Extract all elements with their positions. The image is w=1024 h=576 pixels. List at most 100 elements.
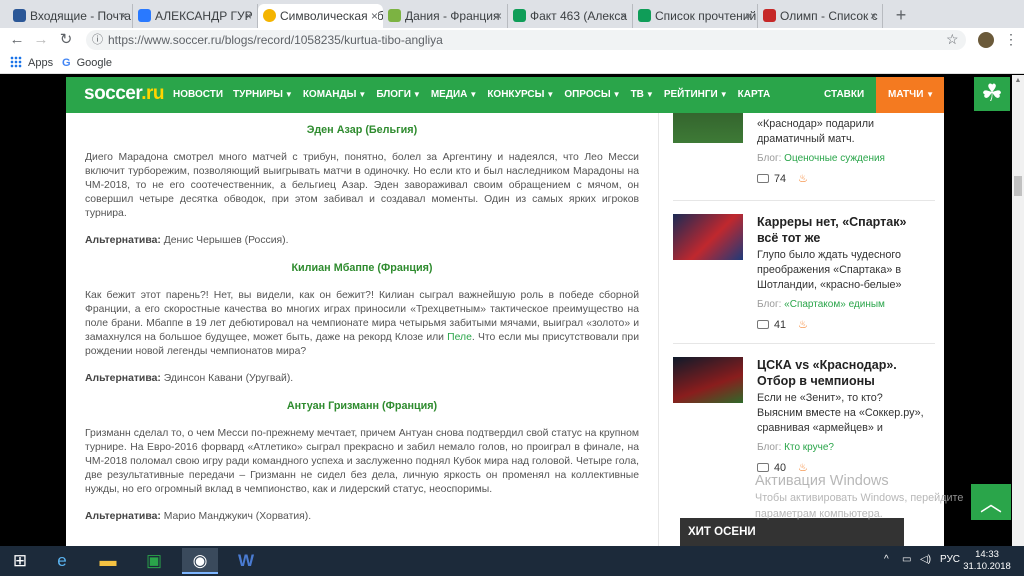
nav-item-label: ТУРНИРЫ — [233, 89, 283, 100]
tab-soccer[interactable]: Символическая сб × — [258, 4, 383, 28]
nav-item[interactable]: МЕДИА ▼ — [431, 89, 477, 100]
tab-fact[interactable]: Факт 463 (Алекса × — [508, 4, 633, 28]
site-info-icon[interactable]: ⓘ — [92, 30, 103, 50]
nav-item-label: КОМАНДЫ — [302, 89, 357, 100]
store-icon[interactable]: ▣ — [136, 548, 172, 574]
nav-item[interactable]: РЕЙТИНГИ ▼ — [664, 89, 728, 100]
inline-link[interactable]: Пеле — [447, 332, 472, 343]
nav-item-label: ОПРОСЫ — [564, 89, 611, 100]
article-thumbnail — [673, 113, 743, 143]
profile-avatar[interactable] — [978, 32, 994, 48]
nav-item[interactable]: ТВ ▼ — [631, 89, 654, 100]
matchi-label: МАТЧИ — [888, 89, 924, 100]
play-icon — [138, 9, 151, 22]
chrome-icon[interactable]: ◉ — [182, 548, 218, 574]
tab-inbox[interactable]: Входящие - Почта × — [8, 4, 133, 28]
card-title[interactable]: Карреры нет, «Спартак» всё тот же — [757, 214, 927, 246]
nav-item-label: КОНКУРСЫ — [487, 89, 545, 100]
nav-item[interactable]: БЛОГИ ▼ — [376, 89, 421, 100]
tab-reading-list[interactable]: Список прочтений × — [633, 4, 758, 28]
nav-item-label: РЕЙТИНГИ — [663, 89, 718, 100]
browser-menu-icon[interactable]: ⋮ — [1004, 31, 1018, 48]
internet-explorer-icon[interactable]: e — [44, 548, 80, 574]
chevron-down-icon: ▼ — [469, 90, 478, 99]
nav-item[interactable]: КАРТА — [738, 89, 771, 100]
nav-item-label: КАРТА — [737, 89, 771, 100]
clover-icon[interactable]: ☘ — [974, 77, 1010, 111]
back-icon[interactable]: ← — [8, 31, 26, 49]
nav-item[interactable]: ОПРОСЫ ▼ — [564, 89, 620, 100]
url-field[interactable]: ⓘ https://www.soccer.ru/blogs/record/105… — [86, 30, 966, 50]
bookmark-apps[interactable]: Apps — [28, 56, 53, 70]
tab-denmark-france[interactable]: Дания - Франция × — [383, 4, 508, 28]
nav-item[interactable]: КОНКУРСЫ ▼ — [487, 89, 554, 100]
clock[interactable]: 14:33 31.10.2018 — [958, 549, 1016, 573]
chevron-down-icon: ▼ — [358, 90, 367, 99]
chevron-down-icon: ▼ — [412, 90, 421, 99]
new-tab-button[interactable]: + — [889, 4, 913, 28]
close-tab-icon[interactable]: × — [242, 4, 252, 28]
card-title[interactable]: ЦСКА vs «Краснодар». Отбор в чемпионы — [757, 357, 927, 389]
nav-item-label: НОВОСТИ — [173, 89, 224, 100]
divider — [673, 343, 935, 344]
page-scrollbar[interactable]: ▲ — [1012, 75, 1024, 546]
close-tab-icon[interactable]: × — [492, 4, 502, 28]
blog-link[interactable]: Оценочные суждения — [784, 153, 885, 164]
reload-icon[interactable]: ↻ — [57, 31, 75, 49]
blog-link[interactable]: Кто круче? — [784, 442, 834, 453]
card-description: Если не «Зенит», то кто? Выясним вместе … — [757, 392, 924, 434]
tab-label: Факт 463 (Алекса — [530, 9, 628, 23]
tab-label: Дания - Франция — [405, 9, 500, 23]
scrollbar-thumb[interactable] — [1014, 176, 1022, 196]
nav-matchi[interactable]: МАТЧИ ▼ — [876, 77, 944, 113]
nav-item[interactable]: НОВОСТИ — [173, 89, 223, 100]
scroll-to-top-button[interactable]: ︿ — [971, 484, 1011, 520]
olimp-icon — [763, 9, 776, 22]
word-icon[interactable]: W — [228, 548, 264, 574]
page-icon — [388, 9, 401, 22]
tray-chevron-icon[interactable]: ^ — [884, 554, 889, 565]
comment-icon — [757, 320, 769, 329]
forward-icon[interactable]: → — [32, 31, 50, 49]
article-thumbnail — [673, 357, 743, 403]
sheet-icon — [638, 9, 651, 22]
fire-icon: ♨ — [798, 462, 808, 474]
tab-label: Входящие - Почта — [30, 9, 131, 23]
nav-stavki[interactable]: СТАВКИ — [824, 89, 864, 100]
apps-grid-icon[interactable] — [10, 56, 22, 68]
close-tab-icon[interactable]: × — [867, 4, 877, 28]
card-blog: Блог: «Спартаком» единым — [757, 299, 927, 310]
alternative-line: Альтернатива: Марио Манджукич (Хорватия)… — [85, 510, 639, 524]
network-icon[interactable]: ▭ — [902, 554, 911, 565]
bookmark-star-icon[interactable]: ☆ — [946, 31, 959, 48]
nav-item[interactable]: ТУРНИРЫ ▼ — [233, 89, 293, 100]
close-tab-icon[interactable]: × — [742, 4, 752, 28]
player-heading: Эден Азар (Бельгия) — [306, 124, 418, 136]
site-logo[interactable]: soccer.ru — [84, 83, 165, 105]
nav-item-label: БЛОГИ — [376, 89, 411, 100]
mail-icon — [13, 9, 26, 22]
divider — [673, 200, 935, 201]
bookmark-google[interactable]: G Google — [62, 56, 112, 70]
close-tab-icon[interactable]: × — [117, 4, 127, 28]
blog-link[interactable]: «Спартаком» единым — [784, 299, 885, 310]
comment-count: 40 — [774, 462, 787, 474]
close-tab-icon[interactable]: × — [617, 4, 627, 28]
tab-olimp[interactable]: Олимп - Список с × — [758, 4, 883, 28]
hit-banner[interactable]: ХИТ ОСЕНИ — [680, 518, 904, 546]
scroll-up-arrow-icon[interactable]: ▲ — [1012, 75, 1024, 87]
nav-item[interactable]: КОМАНДЫ ▼ — [303, 89, 367, 100]
file-explorer-icon[interactable]: ▬ — [90, 548, 126, 574]
close-tab-icon[interactable]: × — [367, 4, 378, 28]
windows-start-icon[interactable]: ⊞ — [2, 548, 38, 574]
comment-icon — [757, 174, 769, 183]
alternative-label: Альтернатива: — [85, 511, 161, 522]
article-thumbnail — [673, 214, 743, 260]
blog-prefix: Блог: — [757, 153, 785, 164]
tab-label: АЛЕКСАНДР ГУР — [155, 9, 253, 23]
fire-icon: ♨ — [798, 319, 808, 331]
alternative-line: Альтернатива: Денис Черышев (Россия). — [85, 234, 639, 248]
screen: Входящие - Почта × АЛЕКСАНДР ГУР × Символи… — [0, 0, 1024, 576]
tab-video[interactable]: АЛЕКСАНДР ГУР × — [133, 4, 258, 28]
volume-icon[interactable]: ◁) — [920, 554, 931, 565]
